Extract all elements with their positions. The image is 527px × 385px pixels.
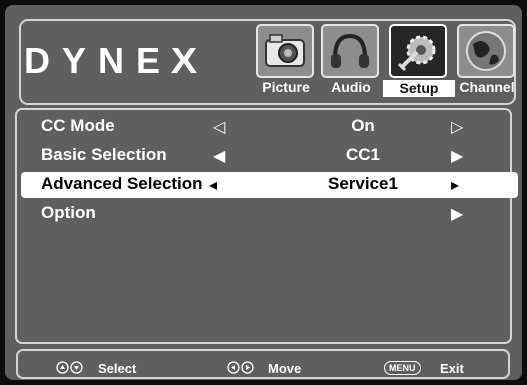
select-hint-label: Select bbox=[98, 361, 137, 376]
headphones-icon bbox=[321, 24, 379, 78]
tab-channel-label: Channel bbox=[459, 79, 515, 95]
basic-selection-value: CC1 bbox=[345, 145, 380, 164]
cc-mode-label: CC Mode bbox=[41, 116, 115, 135]
right-arrow-icon[interactable]: ▸ bbox=[451, 175, 459, 195]
basic-selection-label: Basic Selection bbox=[41, 145, 167, 164]
menu-row-advanced-selection[interactable]: Advanced Selection ◂ Service1 ▸ bbox=[21, 172, 518, 198]
tab-audio[interactable]: Audio bbox=[321, 24, 381, 95]
tab-channel[interactable]: Channel bbox=[457, 24, 517, 95]
left-arrow-icon[interactable]: ◂ bbox=[209, 175, 217, 195]
logo-letters: DYNE bbox=[24, 40, 173, 81]
right-arrow-icon[interactable]: ▷ bbox=[451, 117, 463, 137]
menu-key-badge: MENU bbox=[384, 361, 421, 375]
camera-icon bbox=[256, 24, 314, 78]
right-arrow-icon[interactable]: ▶ bbox=[451, 204, 463, 224]
tab-setup[interactable]: Setup bbox=[383, 24, 455, 97]
left-arrow-icon[interactable]: ◀ bbox=[213, 146, 225, 166]
cc-mode-value: On bbox=[351, 116, 375, 135]
left-right-icon bbox=[227, 361, 255, 377]
footer-hints bbox=[16, 349, 510, 379]
move-hint-label: Move bbox=[268, 361, 302, 376]
tab-picture-label: Picture bbox=[262, 79, 310, 95]
up-down-icon bbox=[56, 361, 84, 377]
menu-row-option[interactable]: Option ▶ bbox=[21, 201, 518, 227]
option-label: Option bbox=[41, 203, 96, 222]
tab-picture[interactable]: Picture bbox=[256, 24, 316, 95]
advanced-selection-value: Service1 bbox=[328, 174, 398, 193]
dynex-logo: DYNEX bbox=[24, 40, 198, 82]
menu-row-basic-selection[interactable]: Basic Selection ◀ CC1 ▶ bbox=[21, 143, 518, 169]
menu-row-cc-mode[interactable]: CC Mode ◁ On ▷ bbox=[21, 114, 518, 140]
exit-hint-label: Exit bbox=[440, 361, 464, 376]
logo-x-letter: X bbox=[170, 40, 198, 81]
right-arrow-icon[interactable]: ▶ bbox=[451, 146, 463, 166]
tab-setup-label: Setup bbox=[383, 80, 455, 97]
gear-tools-icon bbox=[389, 24, 447, 78]
globe-icon bbox=[457, 24, 515, 78]
advanced-selection-label: Advanced Selection bbox=[41, 174, 203, 193]
left-arrow-icon[interactable]: ◁ bbox=[213, 117, 225, 137]
tab-audio-label: Audio bbox=[331, 79, 371, 95]
